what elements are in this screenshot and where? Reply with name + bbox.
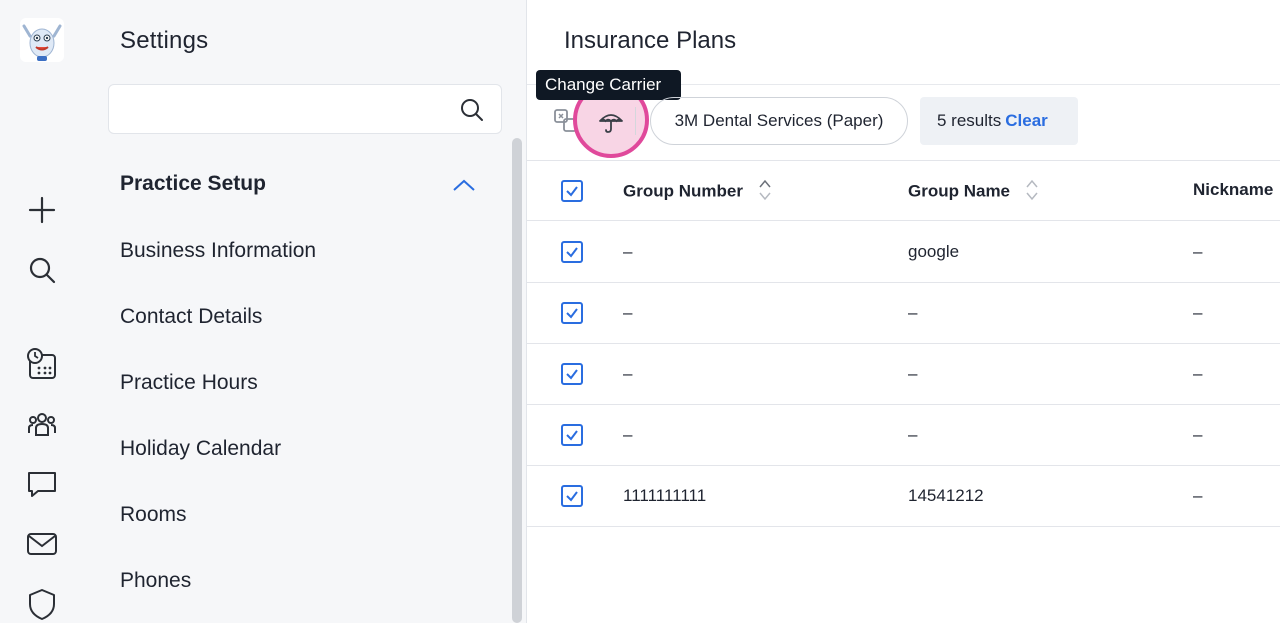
email-button[interactable] <box>24 526 60 562</box>
row-checkbox[interactable] <box>561 363 583 385</box>
nav-item-phones[interactable]: Phones <box>120 569 191 593</box>
column-label: Group Number <box>623 181 743 201</box>
carrier-filter-chip[interactable]: 3M Dental Services (Paper) <box>650 97 908 145</box>
schedule-button[interactable] <box>24 346 60 382</box>
table-top-border <box>527 160 1280 161</box>
cell-group-name: – <box>908 303 918 322</box>
calendar-clock-icon <box>27 348 56 379</box>
settings-panel: Settings Practice Setup Business Informa… <box>84 0 526 623</box>
sort-icon[interactable] <box>758 178 772 202</box>
global-search-button[interactable] <box>24 252 60 288</box>
scrollbar-thumb[interactable] <box>512 138 522 623</box>
cell-group-number: 1111111111 <box>623 486 707 505</box>
section-label: Practice Setup <box>120 172 266 195</box>
nav-item-practice-hours[interactable]: Practice Hours <box>120 371 258 395</box>
cell-group-name: – <box>908 425 918 444</box>
cell-nickname: – <box>1193 364 1203 383</box>
cell-group-number: – <box>623 425 633 444</box>
nav-item-holiday-calendar[interactable]: Holiday Calendar <box>120 437 281 461</box>
nav-item-rooms[interactable]: Rooms <box>120 503 187 527</box>
search-icon <box>29 257 56 284</box>
cell-nickname: – <box>1193 486 1203 505</box>
row-checkbox[interactable] <box>561 424 583 446</box>
checkmark-icon <box>566 369 578 380</box>
app-logo[interactable] <box>17 16 67 64</box>
header-row-border <box>527 220 1280 221</box>
row-divider <box>527 404 1280 405</box>
select-all-checkbox[interactable] <box>561 180 583 202</box>
icon-rail <box>0 0 84 623</box>
cell-group-name: 14541212 <box>908 486 984 505</box>
row-checkbox[interactable] <box>561 302 583 324</box>
results-count: 5 results <box>937 111 1002 130</box>
messages-button[interactable] <box>24 466 60 502</box>
cell-nickname: – <box>1193 425 1203 444</box>
row-checkbox[interactable] <box>561 485 583 507</box>
page-title: Insurance Plans <box>564 27 737 54</box>
patients-button[interactable] <box>24 406 60 442</box>
people-group-icon <box>28 413 56 436</box>
settings-search-input[interactable] <box>121 95 441 123</box>
plus-icon <box>28 196 56 224</box>
settings-title: Settings <box>120 27 209 54</box>
column-header-nickname[interactable]: Nickname <box>1193 180 1273 200</box>
row-divider <box>527 526 1280 527</box>
checkmark-icon <box>566 308 578 319</box>
toolbar-divider <box>635 107 636 135</box>
clear-button[interactable]: Clear <box>1005 111 1048 130</box>
insurance-plans-panel: Insurance Plans Change Carrier 3M Dental… <box>526 0 1280 623</box>
column-header-group-number[interactable]: Group Number <box>623 178 772 204</box>
nav-item-business-information[interactable]: Business Information <box>120 239 316 263</box>
add-button[interactable] <box>24 192 60 228</box>
shield-icon <box>29 589 55 620</box>
cell-group-number: – <box>623 364 633 383</box>
umbrella-icon <box>599 114 623 133</box>
change-carrier-tooltip: Change Carrier <box>536 70 681 100</box>
cell-group-number: – <box>623 242 633 261</box>
chat-bubble-icon <box>28 472 56 497</box>
cell-group-number: – <box>623 303 633 322</box>
chevron-up-icon[interactable] <box>452 177 476 193</box>
settings-scrollbar[interactable] <box>510 138 522 623</box>
column-label: Group Name <box>908 181 1011 201</box>
cell-group-name: – <box>908 364 918 383</box>
cell-nickname: – <box>1193 303 1203 322</box>
results-count-box: 5 results Clear <box>920 97 1078 145</box>
checkmark-icon <box>566 491 578 502</box>
sort-icon[interactable] <box>1025 178 1039 202</box>
row-divider <box>527 465 1280 466</box>
settings-search[interactable] <box>108 84 502 134</box>
mascot-logo-icon <box>20 18 64 62</box>
change-carrier-button[interactable] <box>594 104 628 138</box>
checkmark-icon <box>566 186 578 197</box>
cell-nickname: – <box>1193 242 1203 261</box>
checkmark-icon <box>566 430 578 441</box>
cell-group-name: google <box>908 242 960 261</box>
row-checkbox[interactable] <box>561 241 583 263</box>
search-icon[interactable] <box>459 97 485 123</box>
mail-icon <box>27 533 57 555</box>
nav-item-contact-details[interactable]: Contact Details <box>120 305 262 329</box>
column-header-group-name[interactable]: Group Name <box>908 178 1039 204</box>
section-practice-setup[interactable]: Practice Setup <box>120 172 476 202</box>
security-button[interactable] <box>24 586 60 622</box>
row-divider <box>527 343 1280 344</box>
row-divider <box>527 282 1280 283</box>
checkmark-icon <box>566 247 578 258</box>
